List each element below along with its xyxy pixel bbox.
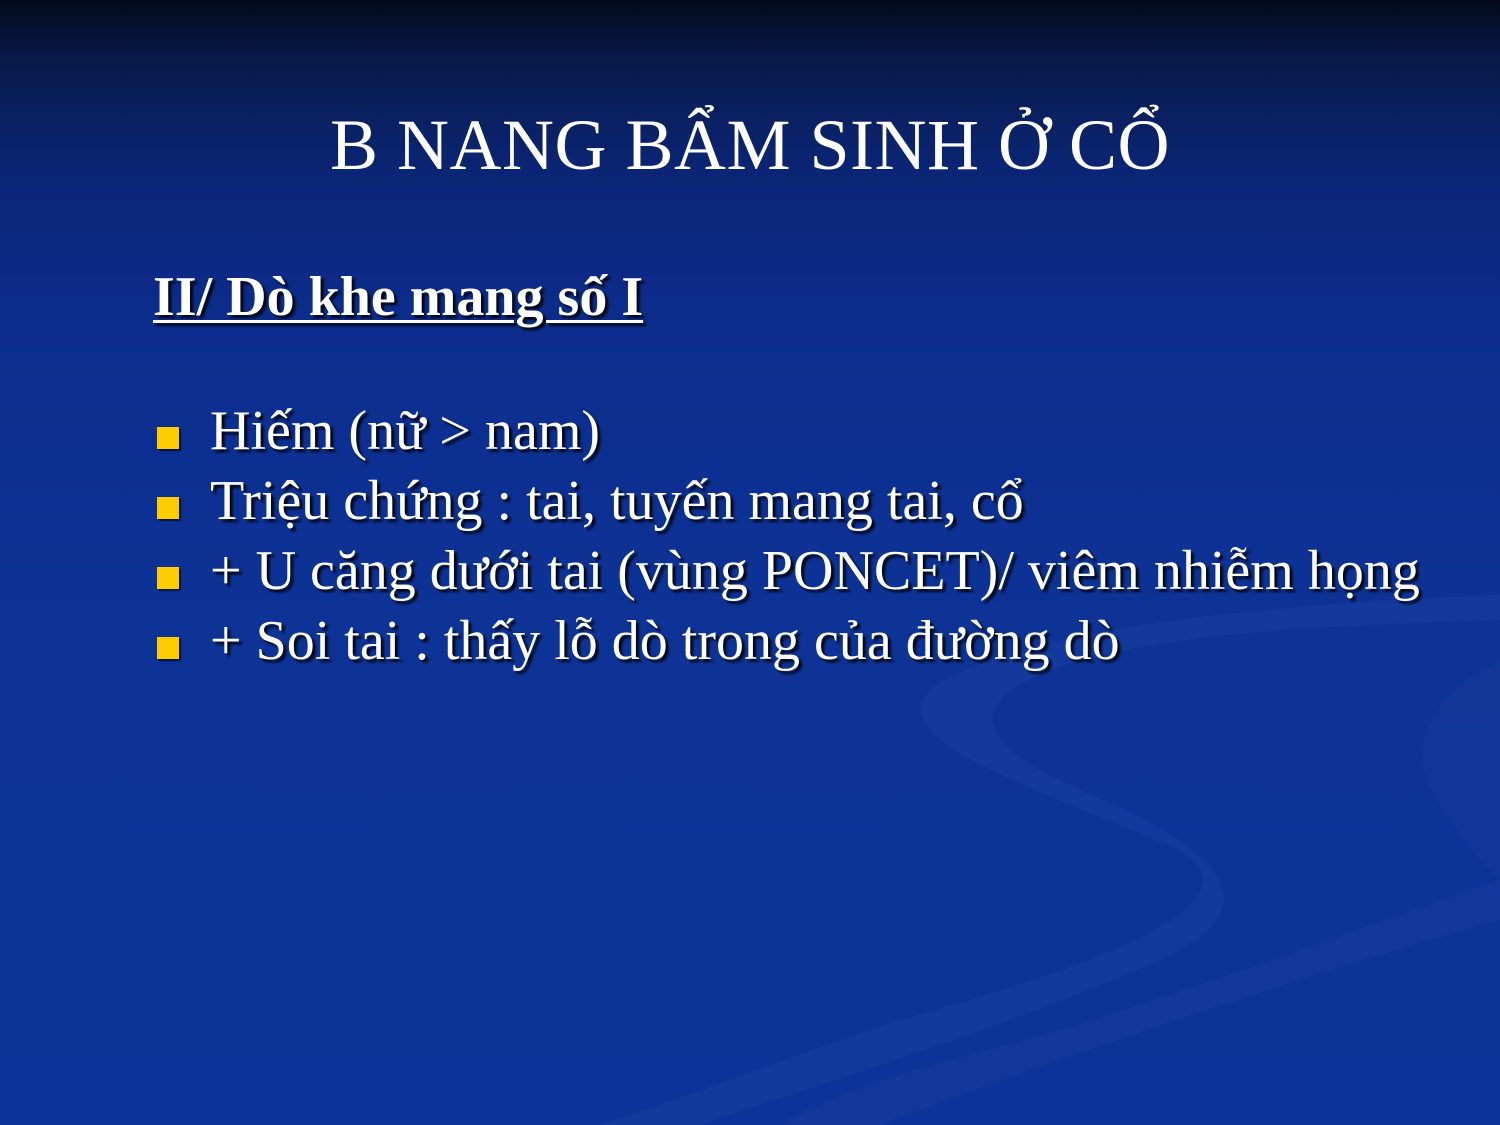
bullet-text: Hiếm (nữ > nam) [210,400,601,462]
square-bullet-icon [157,427,179,449]
bullet-text: + U căng dưới tai (vùng PONCET)/ viêm nh… [210,540,1420,602]
bullet-item: + U căng dưới tai (vùng PONCET)/ viêm nh… [155,542,1455,600]
square-bullet-icon [157,567,179,589]
bullet-item: + Soi tai : thấy lỗ dò trong của đường d… [155,612,1455,670]
bullet-item: Hiếm (nữ > nam) [155,402,1455,460]
square-bullet-icon [157,637,179,659]
slide: B NANG BẨM SINH Ở CỔ II/ Dò khe mang số … [0,0,1500,1125]
bullet-item: Triệu chứng : tai, tuyến mang tai, cổ [155,472,1455,530]
bullet-text: Triệu chứng : tai, tuyến mang tai, cổ [210,470,1024,532]
bullet-list: Hiếm (nữ > nam) Triệu chứng : tai, tuyến… [155,402,1455,682]
square-bullet-icon [157,497,179,519]
bullet-text: + Soi tai : thấy lỗ dò trong của đường d… [210,610,1120,672]
section-heading: II/ Dò khe mang số I [153,266,644,328]
slide-title: B NANG BẨM SINH Ở CỔ [329,105,1171,185]
